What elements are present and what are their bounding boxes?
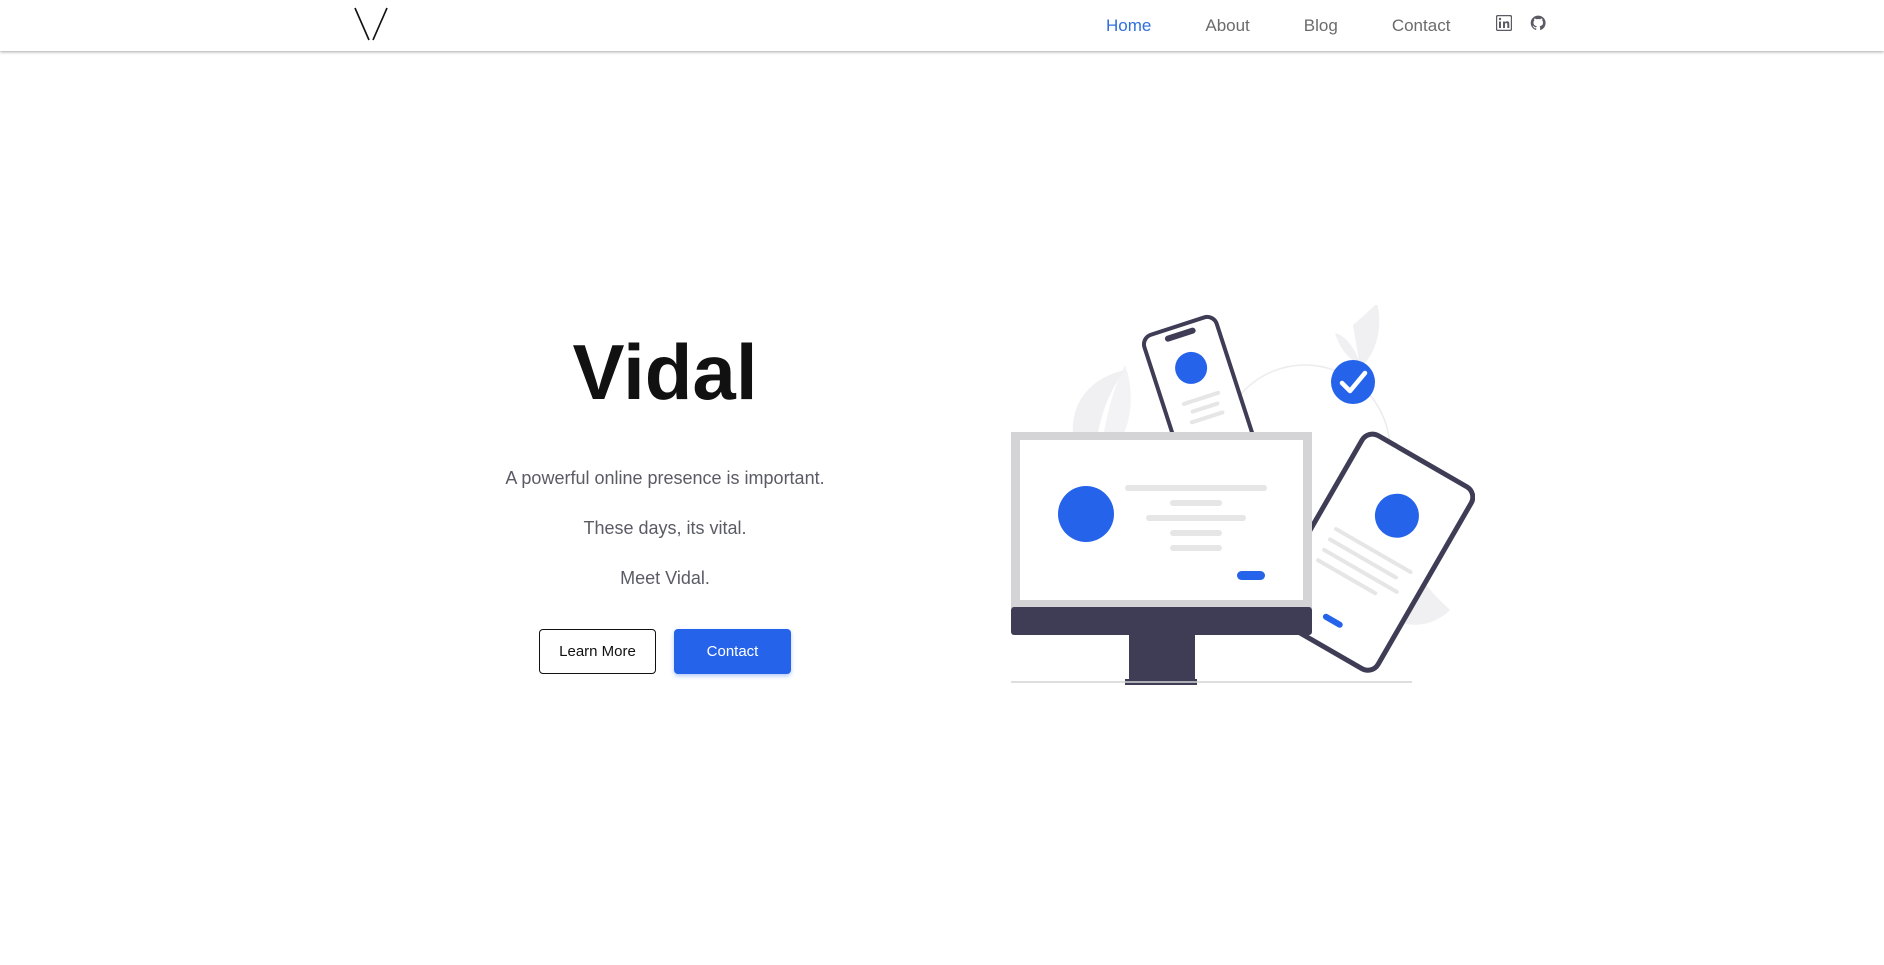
hero-tagline-3: Meet Vidal.	[620, 568, 710, 588]
hero-tagline-1: A powerful online presence is important.	[505, 468, 825, 488]
nav-link-about[interactable]: About	[1205, 16, 1249, 36]
vidal-logo[interactable]	[352, 6, 390, 42]
learn-more-button[interactable]: Learn More	[539, 629, 656, 674]
devices-illustration	[1011, 305, 1475, 685]
hero-tagline-2: These days, its vital.	[583, 518, 747, 538]
nav-link-home[interactable]: Home	[1106, 16, 1151, 36]
top-navbar: Home About Blog Contact	[0, 0, 1884, 51]
social-icons	[1496, 15, 1564, 31]
monitor-illustration	[1011, 432, 1312, 685]
github-icon[interactable]	[1530, 15, 1546, 31]
hero-title: Vidal	[572, 328, 758, 416]
nav-links: Home About Blog Contact	[1106, 0, 1504, 51]
nav-link-contact[interactable]: Contact	[1392, 16, 1451, 36]
linkedin-icon[interactable]	[1496, 15, 1512, 31]
contact-button[interactable]: Contact	[674, 629, 791, 674]
check-badge-icon	[1331, 360, 1375, 404]
nav-link-blog[interactable]: Blog	[1304, 16, 1338, 36]
